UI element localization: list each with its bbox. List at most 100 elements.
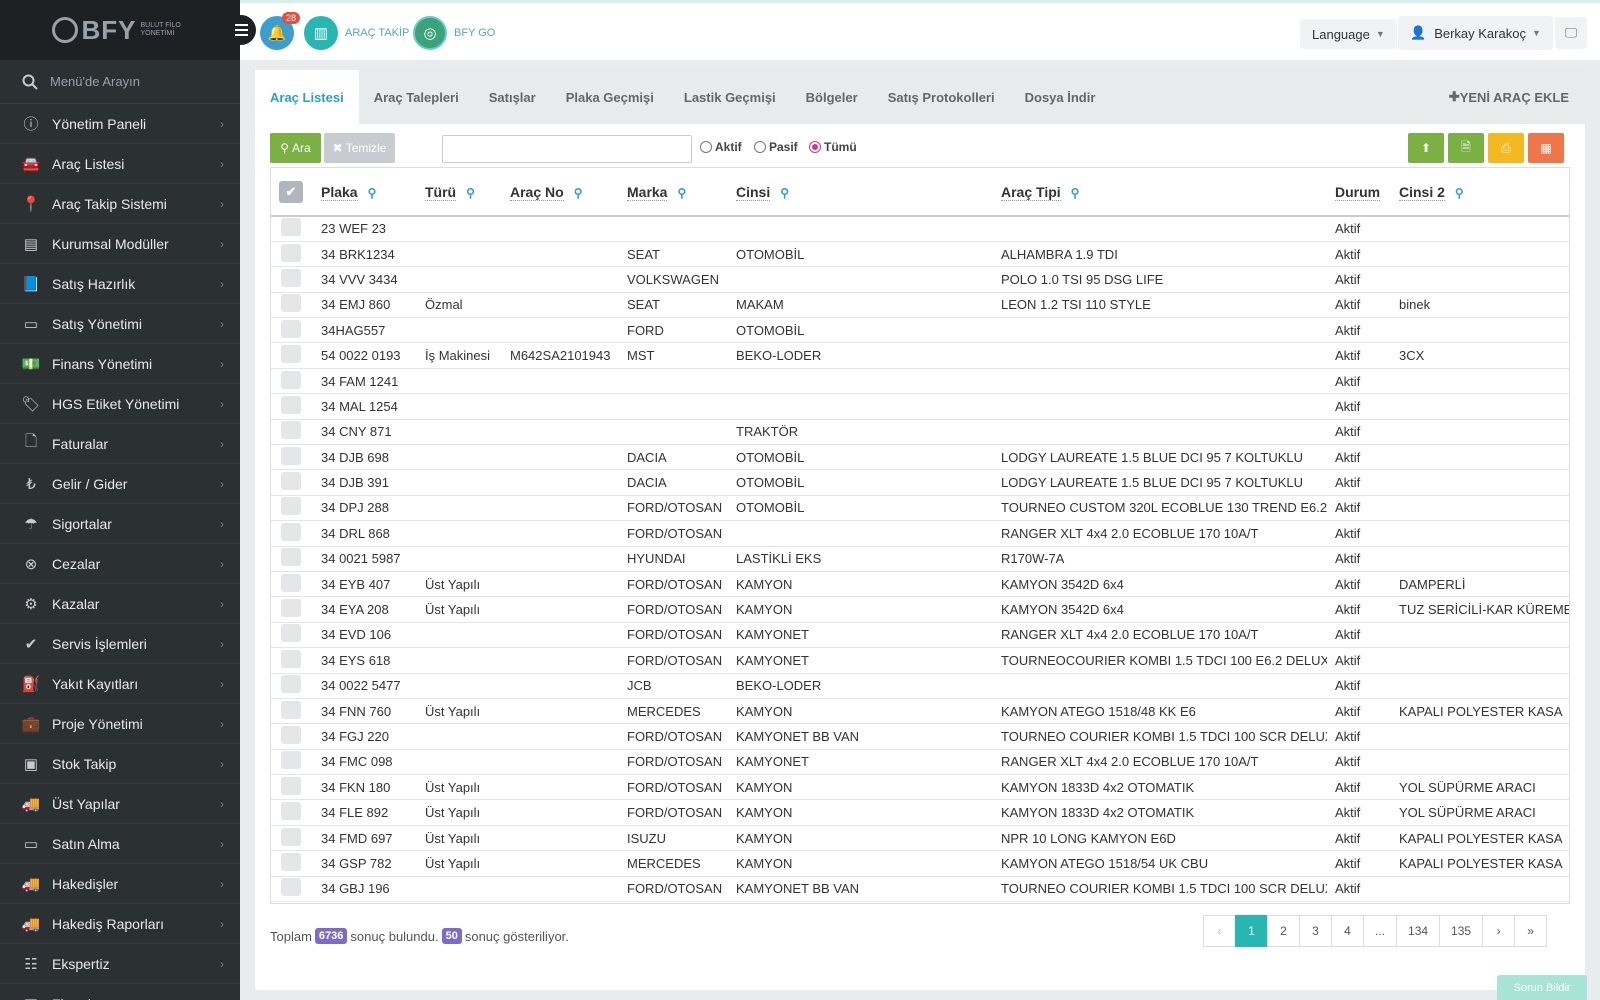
table-row[interactable]: 34 EYB 407 Üst Yapılı FORD/OTOSAN KAMYON KAM…: [271, 571, 1569, 598]
column-header-turu[interactable]: Türü ⚲: [417, 168, 502, 217]
table-row[interactable]: 34 FMD 697 Üst Yapılı ISUZU KAMYON NPR 10 LO…: [271, 825, 1569, 852]
page-prev[interactable]: ‹: [1203, 915, 1236, 947]
row-checkbox[interactable]: [281, 751, 301, 770]
page-next[interactable]: ›: [1482, 915, 1516, 947]
tab-dosya-indir[interactable]: Dosya İndir: [1010, 70, 1111, 124]
sidebar-item-arac-listesi[interactable]: 🚘 Araç Listesi ›: [0, 144, 240, 184]
sidebar-item-satis-hazirlik[interactable]: 📘 Satış Hazırlık ›: [0, 264, 240, 304]
table-row[interactable]: 34 FNN 760 Üst Yapılı MERCEDES KAMYON KAMYON…: [271, 698, 1569, 725]
bfy-go-button[interactable]: ◎: [413, 16, 447, 50]
search-icon[interactable]: ⚲: [1071, 186, 1080, 200]
sidebar-item-hgs-etiket-yonetimi[interactable]: 🏷 HGS Etiket Yönetimi ›: [0, 384, 240, 424]
row-checkbox[interactable]: [281, 802, 301, 821]
table-row[interactable]: 34 MAL 1254 Aktif: [271, 393, 1569, 420]
hamburger-menu-button[interactable]: [226, 15, 256, 45]
page-3[interactable]: 3: [1299, 915, 1332, 947]
page-last[interactable]: »: [1514, 915, 1548, 947]
sidebar-item-ekspertiz[interactable]: ☷ Ekspertiz ›: [0, 944, 240, 984]
table-row[interactable]: 34 FKN 180 Üst Yapılı FORD/OTOSAN KAMYON KAM…: [271, 774, 1569, 801]
column-header-plaka[interactable]: Plaka ⚲: [313, 168, 417, 217]
upload-button[interactable]: ⬆: [1408, 133, 1444, 163]
radio-tumu[interactable]: Tümü: [809, 140, 857, 154]
page-135[interactable]: 135: [1439, 915, 1484, 947]
select-all-checkbox[interactable]: ✔: [279, 180, 303, 203]
column-header-cinsi[interactable]: Cinsi ⚲: [728, 168, 993, 217]
radio-pasif[interactable]: Pasif: [754, 140, 798, 154]
sidebar-item-yonetim-paneli[interactable]: ⓘ Yönetim Paneli ›: [0, 104, 240, 144]
table-row[interactable]: 34 DJB 391 DACIA OTOMOBİL LODGY LAUREATE 1.…: [271, 469, 1569, 496]
table-row[interactable]: 34 EYS 618 FORD/OTOSAN KAMYONET TOURNEOCOUR…: [271, 647, 1569, 674]
excel-export-button[interactable]: 🗎: [1448, 133, 1484, 163]
print-button[interactable]: ⎙: [1488, 133, 1524, 163]
sidebar-item-satis-yonetimi[interactable]: ▭ Satış Yönetimi ›: [0, 304, 240, 344]
sidebar-item-hakedisler[interactable]: 🚚 Hakedişler ›: [0, 864, 240, 904]
row-checkbox[interactable]: [281, 370, 301, 389]
brand-logo[interactable]: BFY BULUT FİLO YÖNETİMİ: [0, 0, 240, 60]
tab-plaka-gecmisi[interactable]: Plaka Geçmişi: [551, 70, 669, 124]
vehicle-table-container[interactable]: ✔ Plaka ⚲ Türü ⚲ Araç No ⚲ Marka ⚲ Cinsi ⚲ Araç Tip…: [270, 167, 1570, 904]
row-checkbox[interactable]: [281, 497, 301, 516]
row-checkbox[interactable]: [281, 852, 301, 871]
tab-lastik-gecmisi[interactable]: Lastik Geçmişi: [669, 70, 791, 124]
sidebar-item-stok-takip[interactable]: ▣ Stok Takip ›: [0, 744, 240, 784]
row-checkbox[interactable]: [281, 599, 301, 618]
table-row[interactable]: 34 CNY 871 TRAKTÖR Aktif: [271, 419, 1569, 446]
sidebar-item-hakedis-raporlari[interactable]: 🚚 Hakediş Raporları ›: [0, 904, 240, 944]
column-header-marka[interactable]: Marka ⚲: [619, 168, 728, 217]
search-button[interactable]: ⚲ Ara: [270, 133, 321, 163]
table-row[interactable]: 23 WEF 23 Aktif: [271, 216, 1569, 242]
sidebar-item-servis-islemleri[interactable]: ✔ Servis İşlemleri ›: [0, 624, 240, 664]
row-checkbox[interactable]: [281, 472, 301, 491]
page-2[interactable]: 2: [1267, 915, 1300, 947]
table-row[interactable]: 34 GSP 782 Üst Yapılı MERCEDES KAMYON KAMYON…: [271, 850, 1569, 877]
page-4[interactable]: 4: [1331, 915, 1364, 947]
tab-bolgeler[interactable]: Bölgeler: [791, 70, 873, 124]
row-checkbox[interactable]: [281, 649, 301, 668]
sidebar-item-proje-yonetimi[interactable]: 💼 Proje Yönetimi ›: [0, 704, 240, 744]
table-row[interactable]: 34HAG557 FORD OTOMOBİL Aktif: [271, 317, 1569, 344]
notification-button[interactable]: 🔔 28: [260, 12, 300, 50]
table-row[interactable]: 34 FMC 098 FORD/OTOSAN KAMYONET RANGER XLT …: [271, 749, 1569, 776]
table-row[interactable]: 34 DJB 698 DACIA OTOMOBİL LODGY LAUREATE 1.…: [271, 444, 1569, 471]
row-checkbox[interactable]: [281, 421, 301, 440]
row-checkbox[interactable]: [281, 675, 301, 694]
row-checkbox[interactable]: [281, 624, 301, 643]
sidebar-item-ust-yapilar[interactable]: 🚚 Üst Yapılar ›: [0, 784, 240, 824]
table-row[interactable]: 34 VVV 3434 VOLKSWAGEN POLO 1.0 TSI 95 DSG…: [271, 266, 1569, 293]
search-icon[interactable]: ⚲: [466, 186, 475, 200]
table-row[interactable]: 34 FLE 892 Üst Yapılı FORD/OTOSAN KAMYON KAM…: [271, 799, 1569, 826]
language-select[interactable]: Language ▼: [1300, 19, 1397, 49]
row-checkbox[interactable]: [281, 776, 301, 795]
sidebar-item-yakit-kayitlari[interactable]: ⛽ Yakıt Kayıtları ›: [0, 664, 240, 704]
sidebar-item-finans-yonetimi[interactable]: 💵 Finans Yönetimi ›: [0, 344, 240, 384]
user-menu[interactable]: 👤 Berkay Karakoç ▼: [1398, 16, 1553, 50]
tab-satis-protokolleri[interactable]: Satış Protokolleri: [873, 70, 1010, 124]
sidebar-item-kurumsal-moduller[interactable]: ▤ Kurumsal Modüller ›: [0, 224, 240, 264]
sidebar-item-sigortalar[interactable]: ☂ Sigortalar ›: [0, 504, 240, 544]
search-icon[interactable]: ⚲: [780, 186, 789, 200]
sidebar-item-cezalar[interactable]: ⊗ Cezalar ›: [0, 544, 240, 584]
radio-aktif[interactable]: Aktif: [700, 140, 742, 154]
sidebar-item-faturalar[interactable]: 🗋 Faturalar ›: [0, 424, 240, 464]
row-checkbox[interactable]: [281, 268, 301, 287]
search-icon[interactable]: ⚲: [1455, 186, 1464, 200]
row-checkbox[interactable]: [281, 446, 301, 465]
column-header-arac-no[interactable]: Araç No ⚲: [502, 168, 619, 217]
fullscreen-button[interactable]: 🖵: [1555, 17, 1587, 49]
table-row[interactable]: 34 EMJ 860 Özmal SEAT MAKAM LEON 1.2 TSI 110…: [271, 292, 1569, 319]
table-row[interactable]: 34 0021 5987 HYUNDAI LASTİKLİ EKS R170W-7A A…: [271, 546, 1569, 572]
row-checkbox[interactable]: [281, 319, 301, 338]
table-row[interactable]: 34 0022 5477 JCB BEKO-LODER Aktif: [271, 673, 1569, 699]
columns-button[interactable]: ▦: [1528, 133, 1564, 163]
table-row[interactable]: 34 EVD 106 FORD/OTOSAN KAMYONET RANGER XLT …: [271, 622, 1569, 649]
table-row[interactable]: 34 DPJ 288 FORD/OTOSAN OTOMOBİL TOURNEO CUS…: [271, 495, 1569, 522]
row-checkbox[interactable]: [281, 548, 301, 567]
filter-input[interactable]: [442, 135, 692, 163]
row-checkbox[interactable]: [281, 522, 301, 541]
menu-search-input[interactable]: Menü'de Arayın: [50, 74, 140, 89]
menu-search[interactable]: Menü'de Arayın: [0, 60, 240, 104]
page-1[interactable]: 1: [1235, 915, 1268, 947]
sidebar-item-kazalar[interactable]: ⚙ Kazalar ›: [0, 584, 240, 624]
vehicle-tracking-button[interactable]: ▥: [304, 16, 338, 50]
table-row[interactable]: 34 FAM 1241 Aktif: [271, 368, 1569, 395]
